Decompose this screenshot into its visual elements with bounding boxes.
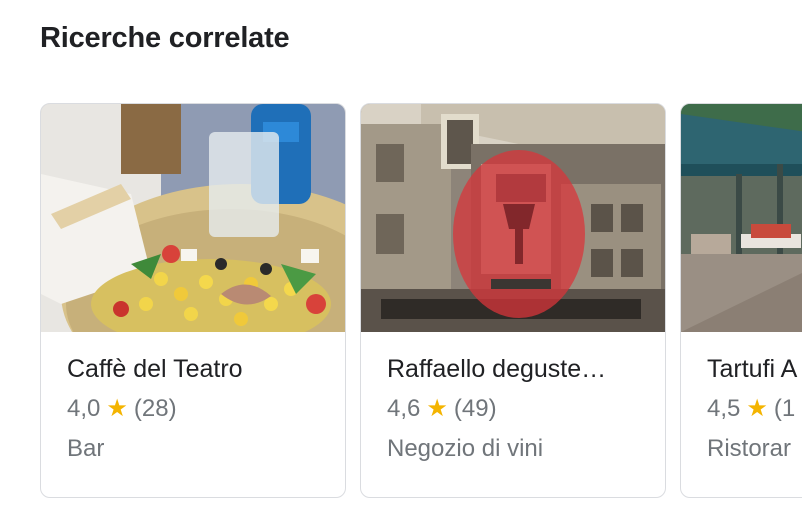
review-count: (1 (773, 395, 796, 422)
place-category: Ristorar (707, 435, 792, 462)
rating-value: 4,6 (387, 395, 421, 422)
rating-row: 4,6 ★ (49) (387, 394, 655, 424)
related-cards-carousel: Caffè del Teatro 4,0 ★ (28) Bar Raffaell… (40, 103, 802, 498)
place-card[interactable]: Tartufi A 4,5 ★ (1 Ristorar (680, 103, 802, 498)
rating-row: 4,0 ★ (28) (67, 394, 335, 424)
section-title: Ricerche correlate (40, 22, 290, 54)
place-name[interactable]: Caffè del Teatro (67, 354, 335, 384)
review-count: (49) (453, 395, 497, 422)
star-icon: ★ (106, 395, 128, 422)
place-photo (681, 104, 802, 332)
place-info: Tartufi A 4,5 ★ (1 Ristorar (707, 354, 802, 464)
place-info: Caffè del Teatro 4,0 ★ (28) Bar (67, 354, 335, 464)
place-category: Negozio di vini (387, 435, 544, 462)
place-card[interactable]: Raffaello deguste… 4,6 ★ (49) Negozio di v… (360, 103, 666, 498)
rating-value: 4,5 (707, 395, 741, 422)
place-category: Bar (67, 435, 105, 462)
related-searches-panel: Ricerche correlate Caffè del Teatro 4,0 … (0, 0, 802, 522)
place-info: Raffaello deguste… 4,6 ★ (49) Negozio di v… (387, 354, 655, 464)
place-name[interactable]: Tartufi A (707, 354, 802, 384)
place-photo (41, 104, 345, 332)
star-icon: ★ (746, 395, 768, 422)
place-photo (361, 104, 665, 332)
rating-value: 4,0 (67, 395, 101, 422)
star-icon: ★ (426, 395, 448, 422)
place-card[interactable]: Caffè del Teatro 4,0 ★ (28) Bar (40, 103, 346, 498)
review-count: (28) (133, 395, 177, 422)
rating-row: 4,5 ★ (1 (707, 394, 802, 424)
place-name[interactable]: Raffaello deguste… (387, 354, 655, 384)
